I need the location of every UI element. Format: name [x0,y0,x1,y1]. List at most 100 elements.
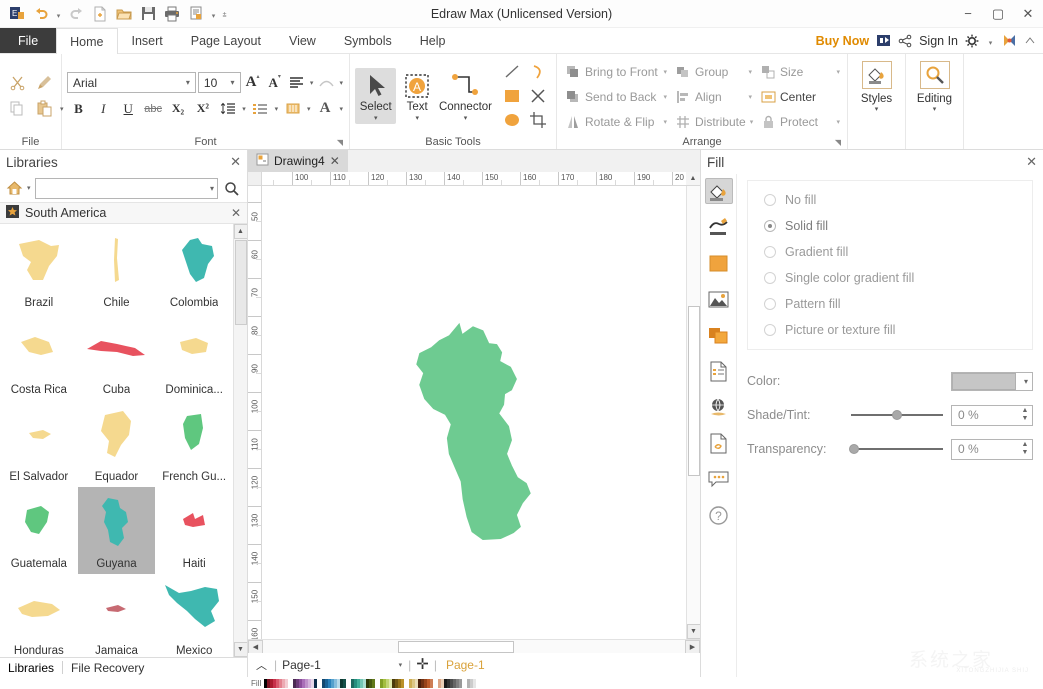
select-tool-button[interactable]: Select ▾ [355,67,397,124]
canvas-vscroll-thumb[interactable] [687,306,700,476]
slider-knob[interactable] [892,410,902,420]
shape-item-brazil[interactable]: Brazil [0,226,78,313]
horizontal-ruler[interactable]: 100 110 120 130 140 150 160 170 180 190 20 [262,172,686,186]
text-align-caret[interactable]: ▾ [309,79,315,87]
picture-icon[interactable] [705,286,733,312]
line-tool-icon[interactable] [499,60,525,84]
canvas-vertical-scrollbar[interactable]: ▼ [686,186,701,639]
fill-option-picture-or-texture-fill[interactable]: Picture or texture fill [748,317,1032,343]
font-color-icon[interactable]: A [314,98,337,120]
customize-toolbar-caret[interactable]: ⩲ [220,3,229,25]
document-tab-drawing4[interactable]: Drawing4 ✕ [248,150,348,172]
shape-item-honduras[interactable]: Honduras [0,574,78,657]
maximize-button[interactable]: ▢ [983,0,1013,28]
shade-tint-input[interactable]: 0 % ▲ ▼ [951,404,1033,426]
comment-icon[interactable] [705,466,733,492]
superscript-button[interactable]: X² [191,98,214,120]
paste-icon[interactable] [32,97,56,121]
vertical-ruler[interactable]: 50 60 70 80 90 100 110 120 130 140 150 160 [248,186,262,639]
fill-option-single-color-gradient-fill[interactable]: Single color gradient fill [748,265,1032,291]
fill-panel-close-icon[interactable]: ✕ [1026,154,1037,170]
shade-tint-steppers[interactable]: ▲ ▼ [1018,406,1032,425]
text-align-icon[interactable] [287,72,307,94]
send-to-back-caret[interactable]: ▾ [663,93,669,101]
canvas-horizontal-scrollbar[interactable]: ◀ ▶ [248,639,700,654]
line-style-icon[interactable] [705,214,733,240]
italic-button[interactable]: I [92,98,115,120]
canvas-scroll-down-button[interactable]: ▼ [686,624,701,639]
drawing-page[interactable] [262,186,686,639]
canvas-vscroll-track-top[interactable] [687,186,700,306]
protect-button[interactable]: Protect ▾ [757,109,845,134]
send-to-back-button[interactable]: Send to Back ▾ [562,84,672,109]
palette-swatch[interactable] [401,678,405,688]
quick-access-more-icon[interactable] [185,3,207,25]
align-button[interactable]: Align ▾ [672,84,757,109]
subscript-button[interactable]: X₂ [167,98,190,120]
add-page-button[interactable]: ✛ [416,657,429,672]
connector-tool-caret[interactable]: ▾ [464,114,468,123]
theme-globe-icon[interactable] [705,394,733,420]
grow-font-icon[interactable]: A ▴ [243,72,263,94]
account-icon[interactable] [1002,33,1017,48]
font-size-input[interactable]: 10 ▾ [197,72,241,93]
quick-access-more-caret[interactable]: ▾ [209,3,218,25]
fill-color-picker[interactable]: ▾ [951,371,1033,391]
help-icon[interactable]: ? [705,502,733,528]
bullet-list-icon[interactable] [249,98,272,120]
palette-swatch[interactable] [430,678,434,688]
line-spacing-icon[interactable] [216,98,239,120]
tab-symbols[interactable]: Symbols [330,28,406,53]
palette-swatch[interactable] [343,678,347,688]
open-folder-icon[interactable] [113,3,135,25]
font-color-caret[interactable]: ▾ [338,105,344,113]
copy-icon[interactable] [5,97,29,121]
palette-swatch[interactable] [473,678,477,688]
bring-to-front-button[interactable]: Bring to Front ▾ [562,59,672,84]
undo-dropdown-caret[interactable]: ▾ [54,3,63,25]
fill-option-pattern-fill[interactable]: Pattern fill [748,291,1032,317]
font-size-caret[interactable]: ▾ [228,78,238,87]
palette-swatch[interactable] [459,678,463,688]
palette-swatch[interactable] [372,678,376,688]
shape-color-icon[interactable] [705,250,733,276]
distribute-button[interactable]: Distribute ▾ [672,109,757,134]
sign-in-button[interactable]: Sign In [919,34,958,48]
tab-file[interactable]: File [0,28,57,53]
guyana-map-shape[interactable] [416,322,531,541]
library-search-input[interactable]: ▾ [34,177,218,199]
fill-option-solid-fill[interactable]: Solid fill [748,213,1032,239]
stepper-up-icon[interactable]: ▲ [1022,441,1029,449]
transparency-slider[interactable] [849,440,943,458]
group-button[interactable]: Group ▾ [672,59,757,84]
font-family-input[interactable]: Arial ▾ [67,72,196,93]
tab-insert[interactable]: Insert [118,28,177,53]
new-document-icon[interactable] [89,3,111,25]
bring-to-front-caret[interactable]: ▾ [663,68,669,76]
shadow-icon[interactable] [705,322,733,348]
library-scroll-up-button[interactable]: ▲ [233,224,247,239]
library-scroll-down-button[interactable]: ▼ [233,642,247,657]
strikethrough-button[interactable]: abc [142,98,165,120]
canvas-hscroll-thumb[interactable] [397,640,514,653]
pen-tool-icon[interactable] [525,84,551,108]
arc-tool-icon[interactable] [525,60,551,84]
text-curve-caret[interactable]: ▾ [338,79,344,87]
stepper-down-icon[interactable]: ▼ [1022,415,1029,423]
shape-item-haiti[interactable]: Haiti [155,487,233,574]
stepper-down-icon[interactable]: ▼ [1022,449,1029,457]
transparency-input[interactable]: 0 % ▲ ▼ [951,438,1033,460]
line-spacing-caret[interactable]: ▾ [241,105,247,113]
center-button[interactable]: Center [757,84,845,109]
text-tool-button[interactable]: A Text ▾ [396,68,437,124]
slider-knob[interactable] [849,444,859,454]
stepper-up-icon[interactable]: ▲ [1022,407,1029,415]
shape-item-el-salvador[interactable]: El Salvador [0,400,78,487]
canvas-scroll-right-button[interactable]: ▶ [685,639,700,654]
editing-button[interactable]: Editing ▾ [911,57,958,113]
cloud-save-icon[interactable] [876,33,891,48]
shrink-font-icon[interactable]: A ▾ [265,72,285,94]
bullet-list-caret[interactable]: ▾ [274,105,280,113]
tab-help[interactable]: Help [406,28,460,53]
print-icon[interactable] [161,3,183,25]
